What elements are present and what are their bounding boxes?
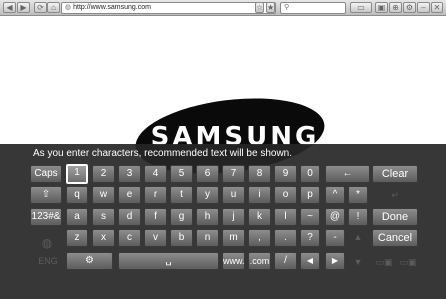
key-x[interactable]: x (92, 229, 115, 247)
key-at[interactable]: @ (325, 208, 345, 226)
key-c[interactable]: c (118, 229, 141, 247)
key-4[interactable]: 4 (144, 165, 167, 183)
key-period[interactable]: . (274, 229, 297, 247)
key-g[interactable]: g (170, 208, 193, 226)
key-done[interactable]: Done (372, 208, 418, 226)
key-o[interactable]: o (274, 186, 297, 204)
search-icon: ⚲ (284, 4, 290, 11)
key-comma[interactable]: , (248, 229, 271, 247)
key-question[interactable]: ? (300, 229, 320, 247)
ime-icon-1: ▭▣ (375, 257, 393, 267)
window-icon[interactable]: ▣ (375, 2, 388, 13)
key-y[interactable]: y (196, 186, 219, 204)
key-7[interactable]: 7 (222, 165, 245, 183)
key-t[interactable]: t (170, 186, 193, 204)
favorite-icon[interactable]: ★ (266, 2, 275, 13)
key-1[interactable]: 1 (66, 164, 88, 184)
url-text: http://www.samsung.com (73, 4, 151, 11)
bookmark-icon[interactable]: ☆ (255, 2, 264, 13)
key-p[interactable]: p (300, 186, 320, 204)
url-field[interactable]: ◍ http://www.samsung.com (61, 2, 276, 14)
zoom-icon[interactable]: ⊕ (389, 2, 402, 13)
key-e[interactable]: e (118, 186, 141, 204)
key-clear[interactable]: Clear (372, 165, 418, 183)
home-icon[interactable]: ⌂ (47, 2, 60, 13)
key-dash[interactable]: - (325, 229, 345, 247)
enter-icon: ↵ (391, 190, 399, 200)
key-9[interactable]: 9 (274, 165, 297, 183)
key-v[interactable]: v (144, 229, 167, 247)
key-k[interactable]: k (248, 208, 271, 226)
key-settings[interactable]: ⚙ (66, 252, 113, 270)
key-6[interactable]: 6 (196, 165, 219, 183)
key-caret[interactable]: ^ (325, 186, 345, 204)
settings-icon[interactable]: ⚙ (403, 2, 416, 13)
key-space[interactable]: ␣ (118, 252, 219, 270)
key-n[interactable]: n (196, 229, 219, 247)
key-j[interactable]: j (222, 208, 245, 226)
page-down-icon: ▼ (353, 257, 363, 267)
key-star[interactable]: * (348, 186, 368, 204)
key-m[interactable]: m (222, 229, 245, 247)
key-slash[interactable]: / (274, 252, 297, 270)
key-u[interactable]: u (222, 186, 245, 204)
key-h[interactable]: h (196, 208, 219, 226)
globe-language-icon: ◍ (41, 236, 53, 250)
language-label: ENG (38, 256, 58, 266)
key-www[interactable]: www. (222, 252, 245, 270)
history-icon[interactable]: ▭ (350, 2, 372, 13)
key-cursor-right[interactable]: ▶ (325, 252, 345, 270)
key-symbols[interactable]: 123#& (30, 208, 62, 226)
key-caps[interactable]: Caps (30, 165, 62, 183)
close-icon[interactable]: ✕ (431, 2, 443, 13)
key-backspace[interactable]: ← (325, 165, 370, 183)
refresh-icon[interactable]: ⟳ (34, 2, 47, 13)
key-f[interactable]: f (144, 208, 167, 226)
key-dotcom[interactable]: .com (248, 252, 271, 270)
key-exclamation[interactable]: ! (348, 208, 368, 226)
minimize-icon[interactable]: – (417, 2, 430, 13)
key-5[interactable]: 5 (170, 165, 193, 183)
key-w[interactable]: w (92, 186, 115, 204)
key-0[interactable]: 0 (300, 165, 320, 183)
search-field[interactable]: ⚲ (280, 2, 346, 14)
key-shift[interactable]: ⇧ (30, 186, 62, 204)
key-b[interactable]: b (170, 229, 193, 247)
page-up-icon: ▲ (353, 232, 363, 242)
ime-icon-2: ▭▣ (399, 257, 417, 267)
key-s[interactable]: s (92, 208, 115, 226)
key-cursor-left[interactable]: ◀ (300, 252, 320, 270)
key-z[interactable]: z (66, 229, 88, 247)
back-icon[interactable]: ◀ (3, 2, 16, 13)
key-d[interactable]: d (118, 208, 141, 226)
key-l[interactable]: l (274, 208, 297, 226)
key-cancel[interactable]: Cancel (372, 229, 418, 247)
browser-toolbar: ◀ ▶ ⟳ ⌂ ◍ http://www.samsung.com ☆ ★ ⚲ ▭ … (0, 0, 446, 16)
key-i[interactable]: i (248, 186, 271, 204)
key-3[interactable]: 3 (118, 165, 141, 183)
key-8[interactable]: 8 (248, 165, 271, 183)
forward-icon[interactable]: ▶ (17, 2, 30, 13)
key-tilde[interactable]: ~ (300, 208, 320, 226)
key-r[interactable]: r (144, 186, 167, 204)
key-2[interactable]: 2 (92, 165, 115, 183)
globe-icon: ◍ (65, 4, 72, 11)
key-a[interactable]: a (66, 208, 88, 226)
keyboard-hint: As you enter characters, recommended tex… (33, 148, 293, 159)
key-q[interactable]: q (66, 186, 88, 204)
